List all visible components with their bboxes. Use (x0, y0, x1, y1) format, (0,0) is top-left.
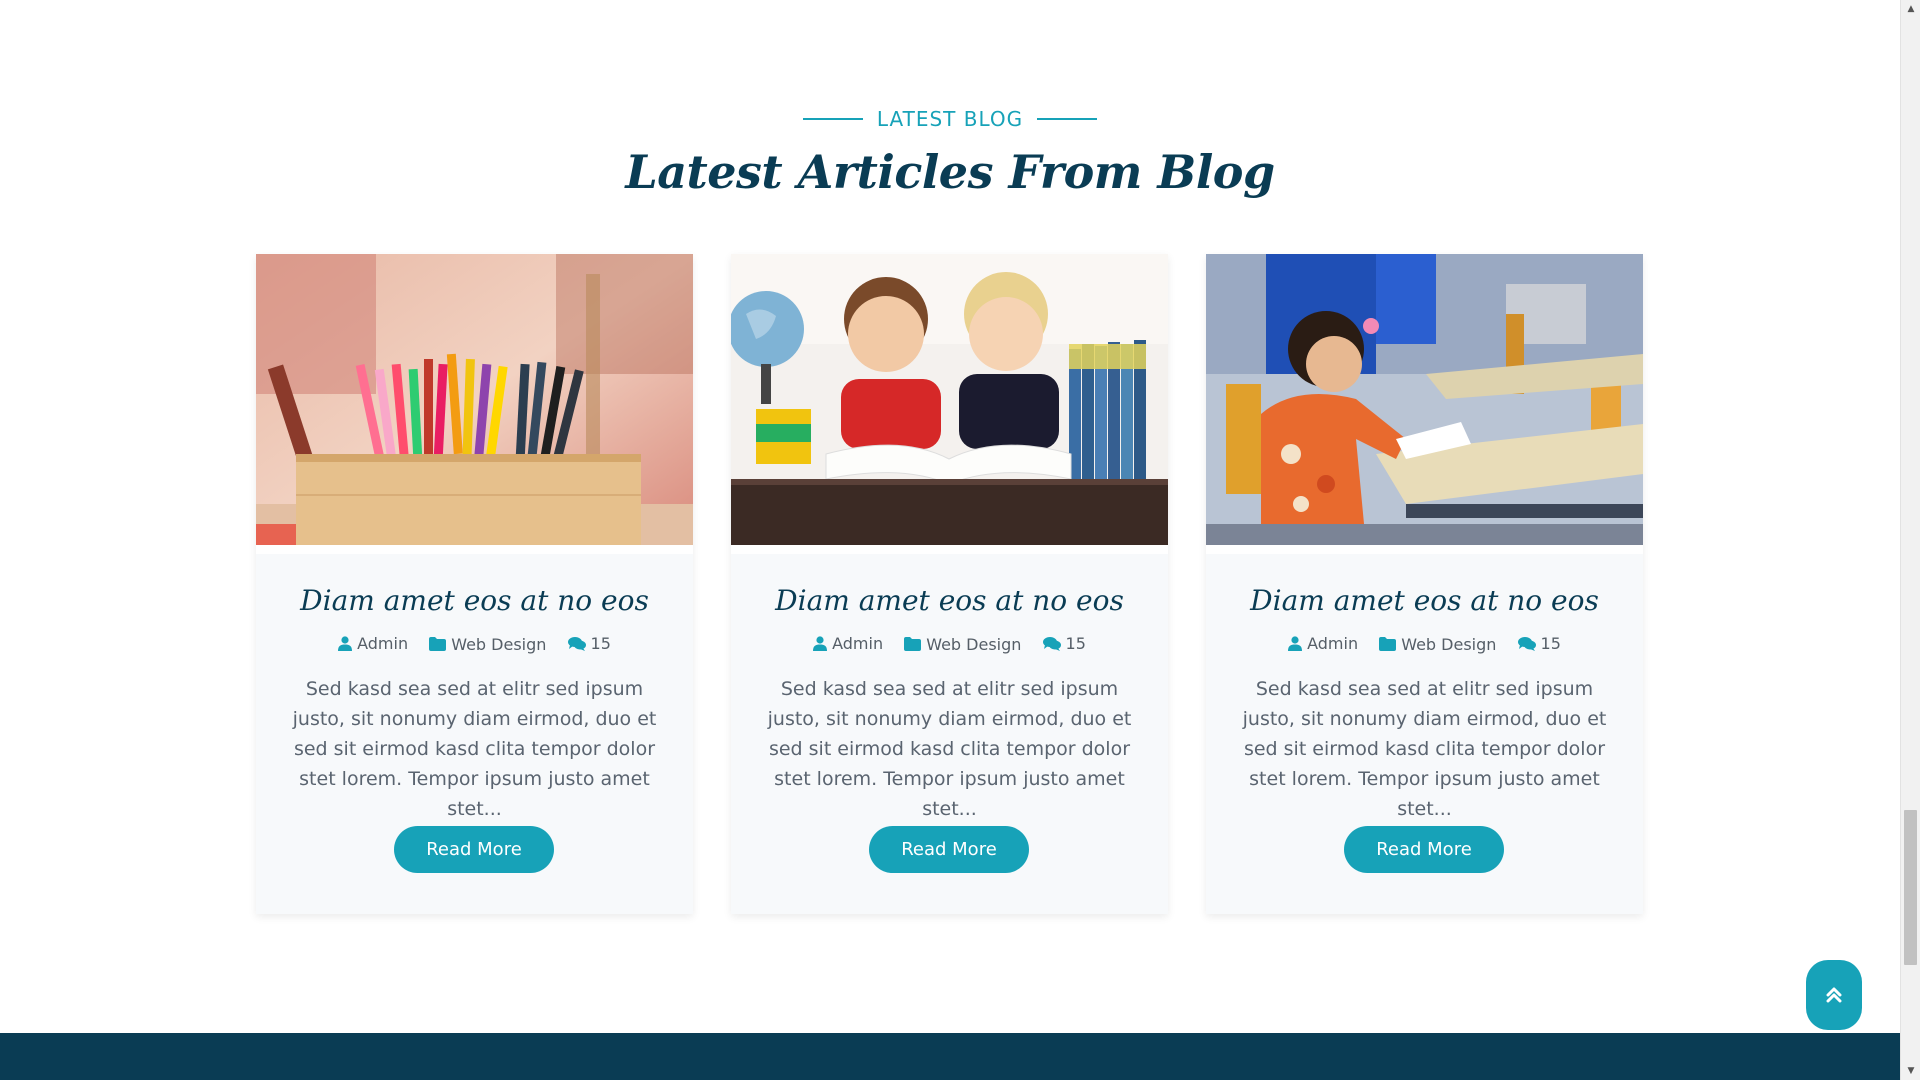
scrollbar-thumb[interactable] (1904, 810, 1917, 965)
meta-author[interactable]: Admin (1288, 634, 1358, 653)
blog-card-excerpt: Sed kasd sea sed at elitr sed ipsum just… (1242, 678, 1607, 820)
category-label: Web Design (1401, 634, 1497, 654)
author-label: Admin (1307, 634, 1359, 653)
blog-card-meta: Admin Web Design 15 (1206, 634, 1643, 655)
comments-count: 15 (1065, 634, 1086, 653)
back-to-top-button[interactable] (1806, 960, 1862, 1030)
author-label: Admin (357, 634, 409, 653)
meta-author[interactable]: Admin (813, 634, 883, 653)
blog-card-meta: Admin Web Design 15 (731, 634, 1168, 655)
folder-icon (1379, 637, 1397, 651)
section-title: Latest Articles From Blog (625, 145, 1275, 199)
blog-card-title[interactable]: Diam amet eos at no eos (731, 584, 1168, 617)
author-label: Admin (832, 634, 884, 653)
blog-card-title[interactable]: Diam amet eos at no eos (256, 584, 693, 617)
meta-category[interactable]: Web Design (1379, 635, 1496, 654)
comments-icon (1517, 637, 1536, 651)
user-icon (813, 636, 828, 651)
scroll-down-icon[interactable]: ▼ (1901, 1062, 1920, 1080)
read-more-button[interactable]: Read More (869, 826, 1029, 873)
card-image-divider (256, 545, 693, 554)
angle-double-up-icon (1826, 987, 1842, 1003)
blog-card-image[interactable] (1206, 254, 1643, 545)
meta-category[interactable]: Web Design (429, 635, 546, 654)
comments-count: 15 (590, 634, 611, 653)
scroll-up-icon[interactable]: ▲ (1901, 0, 1920, 18)
section-tag: LATEST BLOG (0, 105, 1900, 131)
meta-comments[interactable]: 15 (1517, 634, 1561, 653)
tag-line-right (1037, 118, 1098, 120)
section-tag-label: LATEST BLOG (876, 107, 1024, 131)
blog-card-excerpt: Sed kasd sea sed at elitr sed ipsum just… (767, 678, 1132, 820)
comments-icon (567, 637, 586, 651)
read-more-button[interactable]: Read More (1344, 826, 1504, 873)
tag-line-left (802, 118, 863, 120)
page: LATEST BLOG Latest Articles From Blog Di… (0, 0, 1900, 1080)
footer (0, 1033, 1900, 1080)
user-icon (338, 636, 353, 651)
card-image-divider (731, 545, 1168, 554)
blog-card-image[interactable] (731, 254, 1168, 545)
card-image-divider (1206, 545, 1643, 554)
blog-card: Diam amet eos at no eos Admin Web Design… (256, 254, 693, 914)
category-label: Web Design (451, 634, 547, 654)
blog-card: Diam amet eos at no eos Admin Web Design… (731, 254, 1168, 914)
meta-comments[interactable]: 15 (567, 634, 611, 653)
blog-card-title[interactable]: Diam amet eos at no eos (1206, 584, 1643, 617)
scrollbar[interactable]: ▲ ▼ (1900, 0, 1920, 1080)
meta-category[interactable]: Web Design (904, 635, 1021, 654)
user-icon (1288, 636, 1303, 651)
blog-card-image[interactable] (256, 254, 693, 545)
read-more-button[interactable]: Read More (394, 826, 554, 873)
comments-count: 15 (1540, 634, 1561, 653)
blog-card-excerpt: Sed kasd sea sed at elitr sed ipsum just… (292, 678, 657, 820)
comments-icon (1042, 637, 1061, 651)
blog-card-meta: Admin Web Design 15 (256, 634, 693, 655)
blog-card: Diam amet eos at no eos Admin Web Design… (1206, 254, 1643, 914)
folder-icon (904, 637, 922, 651)
folder-icon (429, 637, 447, 651)
meta-author[interactable]: Admin (338, 634, 408, 653)
meta-comments[interactable]: 15 (1042, 634, 1086, 653)
category-label: Web Design (926, 634, 1022, 654)
